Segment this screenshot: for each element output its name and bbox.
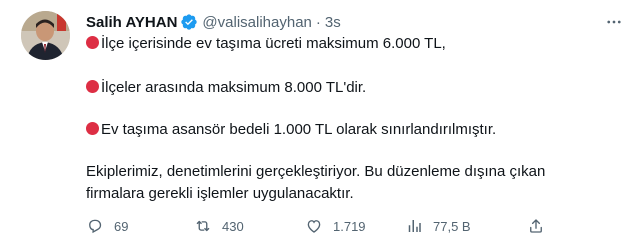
tweet: Salih AYHAN @valisalihayhan · 3s İlçe iç… <box>0 0 640 243</box>
avatar-photo <box>21 11 70 60</box>
retweet-button[interactable]: 430 <box>194 215 244 237</box>
tweet-header: Salih AYHAN @valisalihayhan · 3s <box>86 12 341 32</box>
reply-button[interactable]: 69 <box>86 215 128 237</box>
red-circle-emoji <box>86 122 99 135</box>
views-count: 77,5 B <box>433 218 471 234</box>
tweet-timestamp[interactable]: 3s <box>325 14 341 31</box>
retweet-icon <box>196 220 210 232</box>
tweet-line: Ev taşıma asansör bedeli 1.000 TL olarak… <box>86 121 496 138</box>
tweet-line-text: İlçeler arasında maksimum 8.000 TL'dir. <box>101 79 367 96</box>
tweet-line: firmalara gerekli işlemler uygulanacaktı… <box>86 185 354 202</box>
tweet-line: İlçeler arasında maksimum 8.000 TL'dir. <box>86 79 366 96</box>
red-circle-emoji <box>86 36 99 49</box>
tweet-line-text: İlçe içerisinde ev taşıma ücreti maksimu… <box>101 35 446 52</box>
tweet-line-text: Ekiplerimiz, denetimlerini gerçekleştiri… <box>86 163 546 180</box>
avatar[interactable] <box>21 11 70 60</box>
like-button[interactable]: 1.719 <box>305 215 366 237</box>
header-separator: · <box>315 13 321 31</box>
author-name[interactable]: Salih AYHAN <box>86 14 177 31</box>
tweet-actions: 69 430 1.719 77,5 B <box>86 215 626 237</box>
tweet-line: İlçe içerisinde ev taşıma ücreti maksimu… <box>86 35 446 52</box>
verified-badge-icon <box>180 13 198 31</box>
like-count: 1.719 <box>333 218 366 234</box>
views-chart-icon <box>408 220 421 232</box>
tweet-line: Ekiplerimiz, denetimlerini gerçekleştiri… <box>86 163 545 180</box>
views-button[interactable]: 77,5 B <box>405 215 471 237</box>
share-button[interactable] <box>527 215 545 237</box>
author-handle[interactable]: @valisalihayhan <box>202 14 311 31</box>
retweet-count: 430 <box>222 218 244 234</box>
tweet-line-text: firmalara gerekli işlemler uygulanacaktı… <box>86 185 354 202</box>
heart-icon <box>307 220 321 233</box>
reply-count: 69 <box>114 218 129 234</box>
red-circle-emoji <box>86 80 99 93</box>
more-options-icon[interactable] <box>604 12 624 32</box>
share-icon <box>530 219 542 233</box>
tweet-line-text: Ev taşıma asansör bedeli 1.000 TL olarak… <box>101 121 497 138</box>
reply-icon <box>89 219 102 234</box>
